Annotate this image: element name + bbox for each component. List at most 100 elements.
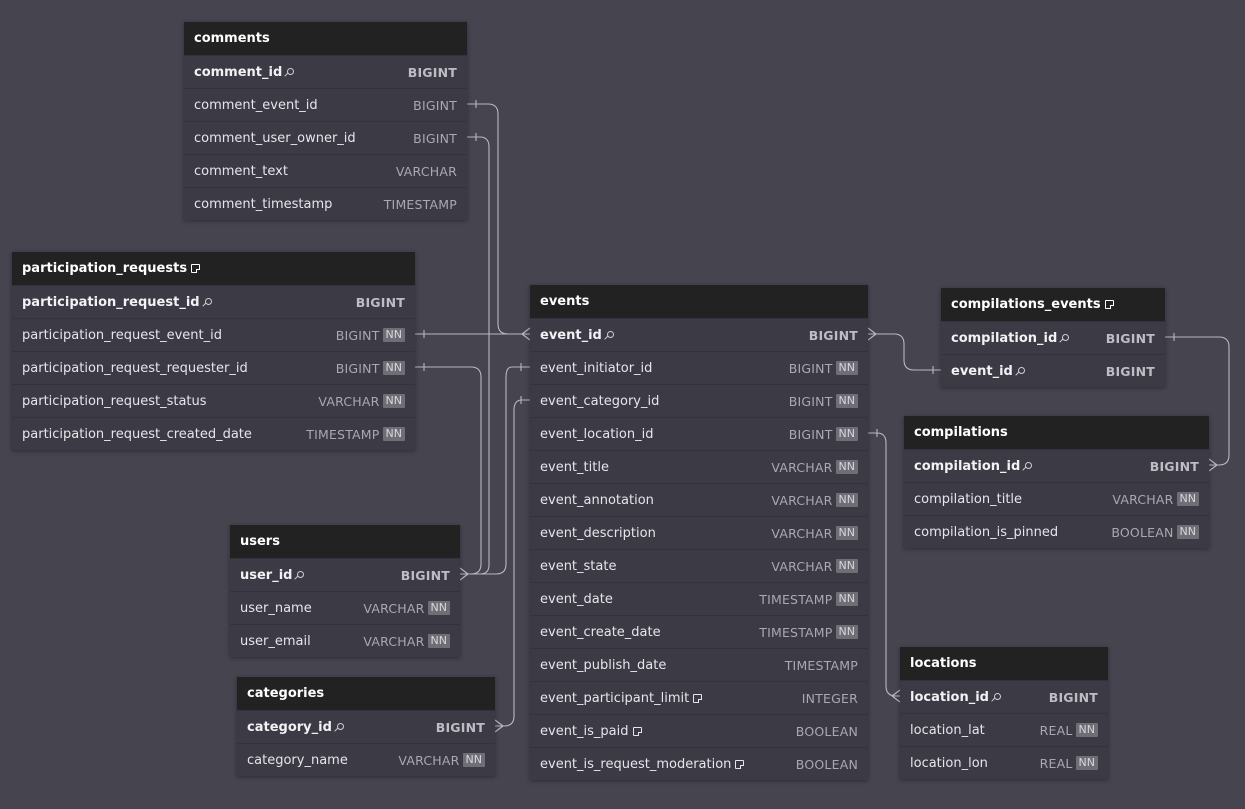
column-row[interactable]: participation_request_created_date TIMEST… bbox=[12, 417, 415, 450]
column-row[interactable]: location_lon REAL NN bbox=[900, 746, 1108, 779]
not-null-badge: NN bbox=[835, 592, 858, 606]
column-row[interactable]: event_is_paid BOOLEAN bbox=[530, 714, 868, 747]
column-name-cell: location_lat bbox=[910, 723, 1040, 738]
column-name-cell: event_title bbox=[540, 460, 771, 475]
column-name-cell: event_id bbox=[540, 328, 809, 343]
column-row[interactable]: location_lat REAL NN bbox=[900, 713, 1108, 746]
table-compilations[interactable]: compilations compilation_id BIGINT compilat… bbox=[904, 416, 1209, 548]
column-row[interactable]: category_name VARCHAR NN bbox=[237, 743, 495, 776]
column-name: comment_event_id bbox=[194, 97, 318, 113]
column-row[interactable]: comment_user_owner_id BIGINT bbox=[184, 121, 467, 154]
column-row[interactable]: event_annotation VARCHAR NN bbox=[530, 483, 868, 516]
column-type: TIMESTAMP bbox=[306, 426, 380, 442]
column-row[interactable]: participation_request_requester_id BIGINT… bbox=[12, 351, 415, 384]
not-null-badge: NN bbox=[1075, 756, 1098, 770]
column-row[interactable]: user_id BIGINT bbox=[230, 558, 460, 591]
primary-key-icon bbox=[1062, 333, 1070, 341]
table-header[interactable]: events bbox=[530, 285, 868, 318]
column-row[interactable]: participation_request_event_id BIGINT NN bbox=[12, 318, 415, 351]
column-row[interactable]: event_id BIGINT bbox=[530, 318, 868, 351]
column-name-cell: compilation_id bbox=[914, 459, 1150, 474]
column-type: TIMESTAMP bbox=[759, 591, 833, 607]
not-null-badge: NN bbox=[462, 753, 485, 767]
column-name: location_lat bbox=[910, 722, 985, 738]
column-row[interactable]: event_description VARCHAR NN bbox=[530, 516, 868, 549]
column-type: BOOLEAN bbox=[795, 723, 858, 739]
column-row[interactable]: compilation_is_pinned BOOLEAN NN bbox=[904, 515, 1209, 548]
table-header[interactable]: participation_requests bbox=[12, 252, 415, 285]
not-null-badge: NN bbox=[427, 634, 450, 648]
table-comments[interactable]: comments comment_id BIGINT comment_event_id… bbox=[184, 22, 467, 220]
column-name: comment_user_owner_id bbox=[194, 130, 356, 146]
column-row[interactable]: comment_id BIGINT bbox=[184, 55, 467, 88]
column-row[interactable]: user_name VARCHAR NN bbox=[230, 591, 460, 624]
column-row[interactable]: compilation_title VARCHAR NN bbox=[904, 482, 1209, 515]
column-row[interactable]: compilation_id BIGINT bbox=[904, 449, 1209, 482]
column-type: BIGINT bbox=[788, 360, 833, 376]
table-compilations-events[interactable]: compilations_events compilation_id BIGINT e… bbox=[941, 288, 1165, 387]
column-name: event_publish_date bbox=[540, 657, 667, 673]
column-type: VARCHAR bbox=[395, 163, 457, 179]
primary-key-icon bbox=[606, 330, 614, 338]
not-null-badge: NN bbox=[835, 427, 858, 441]
not-null-badge: NN bbox=[382, 361, 405, 375]
not-null-badge: NN bbox=[835, 460, 858, 474]
column-name-cell: location_id bbox=[910, 690, 1049, 705]
column-row[interactable]: user_email VARCHAR NN bbox=[230, 624, 460, 657]
column-row[interactable]: comment_event_id BIGINT bbox=[184, 88, 467, 121]
column-type: TIMESTAMP bbox=[383, 196, 457, 212]
table-header[interactable]: users bbox=[230, 525, 460, 558]
note-icon[interactable] bbox=[735, 759, 745, 769]
column-row[interactable]: event_publish_date TIMESTAMP bbox=[530, 648, 868, 681]
note-icon[interactable] bbox=[191, 264, 201, 273]
column-row[interactable]: event_create_date TIMESTAMP NN bbox=[530, 615, 868, 648]
column-row[interactable]: compilation_id BIGINT bbox=[941, 321, 1165, 354]
column-name-cell: event_is_request_moderation bbox=[540, 757, 796, 772]
column-name-cell: participation_request_status bbox=[22, 394, 318, 409]
column-row[interactable]: category_id BIGINT bbox=[237, 710, 495, 743]
note-icon[interactable] bbox=[1104, 300, 1114, 309]
column-row[interactable]: event_participant_limit INTEGER bbox=[530, 681, 868, 714]
column-row[interactable]: comment_text VARCHAR bbox=[184, 154, 467, 187]
table-categories[interactable]: categories category_id BIGINT category_name… bbox=[237, 677, 495, 776]
column-type: BIGINT bbox=[435, 719, 485, 735]
table-participation-requests[interactable]: participation_requests participation_requ… bbox=[12, 252, 415, 450]
not-null-badge: NN bbox=[1075, 723, 1098, 737]
column-row[interactable]: event_state VARCHAR NN bbox=[530, 549, 868, 582]
relationship-line bbox=[868, 429, 901, 703]
table-header[interactable]: compilations_events bbox=[941, 288, 1165, 321]
table-header[interactable]: comments bbox=[184, 22, 467, 55]
column-row[interactable]: event_id BIGINT bbox=[941, 354, 1165, 387]
column-row[interactable]: event_title VARCHAR NN bbox=[530, 450, 868, 483]
column-row[interactable]: event_date TIMESTAMP NN bbox=[530, 582, 868, 615]
column-row[interactable]: event_is_request_moderation BOOLEAN bbox=[530, 747, 868, 780]
column-row[interactable]: location_id BIGINT bbox=[900, 680, 1108, 713]
column-type: TIMESTAMP bbox=[784, 657, 858, 673]
table-users[interactable]: users user_id BIGINT user_name VARCHAR NN user… bbox=[230, 525, 460, 657]
column-name: event_date bbox=[540, 591, 613, 607]
column-type: BIGINT bbox=[1048, 689, 1098, 705]
not-null-badge: NN bbox=[1176, 525, 1199, 539]
column-row[interactable]: participation_request_status VARCHAR NN bbox=[12, 384, 415, 417]
note-icon[interactable] bbox=[632, 726, 642, 736]
table-events[interactable]: events event_id BIGINT event_initiator_id BI… bbox=[530, 285, 868, 780]
table-header[interactable]: categories bbox=[237, 677, 495, 710]
column-row[interactable]: participation_request_id BIGINT bbox=[12, 285, 415, 318]
table-locations[interactable]: locations location_id BIGINT location_lat RE… bbox=[900, 647, 1108, 779]
column-type: VARCHAR bbox=[771, 459, 833, 475]
column-row[interactable]: event_location_id BIGINT NN bbox=[530, 417, 868, 450]
primary-key-icon bbox=[287, 67, 295, 75]
column-row[interactable]: comment_timestamp TIMESTAMP bbox=[184, 187, 467, 220]
column-name-cell: compilation_title bbox=[914, 492, 1112, 507]
column-row[interactable]: event_category_id BIGINT NN bbox=[530, 384, 868, 417]
column-name-cell: event_publish_date bbox=[540, 658, 785, 673]
diagram-canvas: comments comment_id BIGINT comment_event_id… bbox=[0, 0, 1245, 809]
table-header[interactable]: locations bbox=[900, 647, 1108, 680]
table-header[interactable]: compilations bbox=[904, 416, 1209, 449]
not-null-badge: NN bbox=[382, 427, 405, 441]
column-name: comment_id bbox=[194, 64, 283, 80]
column-name-cell: event_is_paid bbox=[540, 724, 796, 739]
note-icon[interactable] bbox=[693, 693, 703, 703]
column-name: location_id bbox=[910, 689, 989, 705]
column-row[interactable]: event_initiator_id BIGINT NN bbox=[530, 351, 868, 384]
